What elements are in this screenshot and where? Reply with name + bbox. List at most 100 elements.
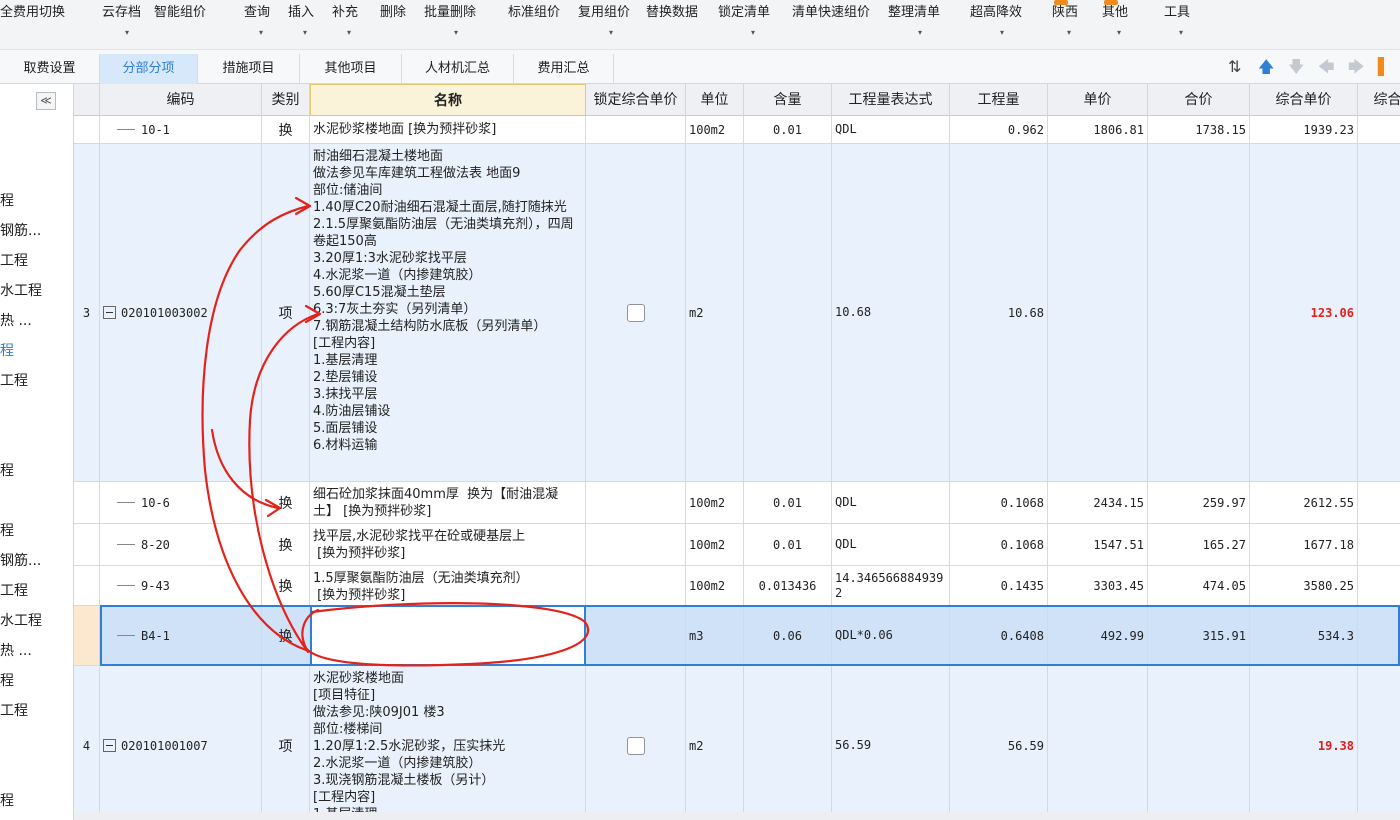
- toolbar-item-9[interactable]: 复用组价 ▾: [578, 4, 644, 46]
- column-header-0[interactable]: [74, 84, 100, 116]
- horizontal-scrollbar[interactable]: [74, 812, 1400, 820]
- project-tree-item[interactable]: 工程: [0, 250, 70, 270]
- column-header-8[interactable]: 工程量: [950, 84, 1048, 116]
- move-left-icon[interactable]: 🡄: [1318, 56, 1335, 78]
- panel-icon[interactable]: ▌: [1378, 56, 1390, 78]
- tab-4[interactable]: 人材机汇总: [402, 54, 514, 84]
- quantity-cell[interactable]: 0.962: [950, 116, 1048, 143]
- lock-price-cell[interactable]: [586, 144, 686, 481]
- column-header-9[interactable]: 单价: [1048, 84, 1148, 116]
- price-cell[interactable]: [1048, 144, 1148, 481]
- move-down-icon[interactable]: 🡇: [1288, 56, 1304, 78]
- kind-cell[interactable]: 换: [262, 116, 310, 143]
- unit-cell[interactable]: 100m2: [686, 566, 744, 605]
- tab-0[interactable]: 取费设置: [0, 54, 100, 84]
- name-cell[interactable]: 水泥砂浆楼地面 [换为预拌砂浆]: [310, 116, 586, 143]
- lock-price-cell[interactable]: [586, 666, 686, 820]
- unit-cell[interactable]: m2: [686, 144, 744, 481]
- unit-cell[interactable]: 100m2: [686, 116, 744, 143]
- table-row[interactable]: 10-1 换水泥砂浆楼地面 [换为预拌砂浆] 100m2 0.01 QDL 0.962 18…: [74, 116, 1400, 144]
- table-row[interactable]: 9-43 换 1.5厚聚氨酯防油层（无油类填充剂） [换为预拌砂浆] 100m2 0.0…: [74, 566, 1400, 606]
- code-cell[interactable]: 9-43: [100, 566, 262, 605]
- collapse-toggle-icon[interactable]: [103, 306, 116, 319]
- project-tree-item[interactable]: 热 ...: [0, 640, 70, 660]
- kind-cell[interactable]: 换: [262, 482, 310, 523]
- project-tree-item[interactable]: 热 ...: [0, 310, 70, 330]
- column-header-5[interactable]: 单位: [686, 84, 744, 116]
- column-header-4[interactable]: 锁定综合单价: [586, 84, 686, 116]
- code-cell[interactable]: B4-1: [100, 606, 262, 665]
- unit-price-cell[interactable]: 19.38: [1250, 666, 1358, 820]
- collapse-toggle-icon[interactable]: [103, 739, 116, 752]
- toolbar-item-8[interactable]: 标准组价: [508, 4, 574, 46]
- total-cell[interactable]: 1738.15: [1148, 116, 1250, 143]
- content-cell[interactable]: 0.01: [744, 116, 832, 143]
- column-header-1[interactable]: 编码: [100, 84, 262, 116]
- toolbar-item-7[interactable]: 批量删除 ▾: [424, 4, 488, 46]
- project-tree-item[interactable]: 工程: [0, 700, 70, 720]
- unit-price-cell[interactable]: 1939.23: [1250, 116, 1358, 143]
- code-cell[interactable]: 020101003002: [100, 144, 262, 481]
- unit-price-cell[interactable]: 123.06: [1250, 144, 1358, 481]
- content-cell[interactable]: 0.01: [744, 524, 832, 565]
- project-tree-item[interactable]: 水工程: [0, 610, 70, 630]
- total-cell[interactable]: [1148, 144, 1250, 481]
- toolbar-item-6[interactable]: 删除: [380, 4, 414, 46]
- project-tree-item[interactable]: 水工程: [0, 280, 70, 300]
- quantity-cell[interactable]: 56.59: [950, 666, 1048, 820]
- toolbar-item-4[interactable]: 插入 ▾: [288, 4, 322, 46]
- column-header-2[interactable]: 类别: [262, 84, 310, 116]
- project-tree-item[interactable]: 程: [0, 790, 70, 810]
- name-cell[interactable]: 细石砼加浆抹面40mm厚 换为【耐油混凝土】 [换为预拌砂浆]: [310, 482, 586, 523]
- kind-cell[interactable]: 项: [262, 666, 310, 820]
- sort-icon[interactable]: ⇅: [1228, 56, 1241, 78]
- toolbar-item-0[interactable]: 全费用切换: [0, 4, 78, 46]
- toolbar-item-17[interactable]: 工具 ▾: [1164, 4, 1198, 46]
- unit-cell[interactable]: m3: [686, 606, 744, 665]
- price-cell[interactable]: 2434.15: [1048, 482, 1148, 523]
- project-tree-item[interactable]: 程: [0, 190, 70, 210]
- move-right-icon[interactable]: 🡆: [1348, 56, 1365, 78]
- price-cell[interactable]: 1547.51: [1048, 524, 1148, 565]
- lock-price-cell[interactable]: [586, 606, 686, 665]
- total-cell[interactable]: [1148, 666, 1250, 820]
- tab-2[interactable]: 措施项目: [198, 54, 300, 84]
- project-tree-item[interactable]: 程: [0, 520, 70, 540]
- quantity-expression-cell[interactable]: QDL*0.06: [832, 606, 950, 665]
- column-header-11[interactable]: 综合单价: [1250, 84, 1358, 116]
- toolbar-item-5[interactable]: 补充 ▾: [332, 4, 366, 46]
- unit-price-cell[interactable]: 1677.18: [1250, 524, 1358, 565]
- column-header-6[interactable]: 含量: [744, 84, 832, 116]
- toolbar-item-1[interactable]: 云存档 ▾: [102, 4, 152, 46]
- quantity-expression-cell[interactable]: QDL: [832, 116, 950, 143]
- content-cell[interactable]: [744, 144, 832, 481]
- project-tree-item[interactable]: 程: [0, 460, 70, 480]
- toolbar-item-3[interactable]: 查询 ▾: [244, 4, 278, 46]
- table-row[interactable]: B4-1 换 C15混凝土，非现场搅拌 换为【商品混凝土 C15 42.5R】 换为…: [74, 606, 1400, 666]
- name-cell[interactable]: 耐油细石混凝土楼地面 做法参见车库建筑工程做法表 地面9 部位:储油间 1.40…: [310, 144, 586, 481]
- total-cell[interactable]: 315.91: [1148, 606, 1250, 665]
- code-cell[interactable]: 10-6: [100, 482, 262, 523]
- quantity-cell[interactable]: 0.1068: [950, 482, 1048, 523]
- unit-cell[interactable]: m2: [686, 666, 744, 820]
- project-tree-item[interactable]: 程: [0, 340, 70, 360]
- lock-price-cell[interactable]: [586, 524, 686, 565]
- column-header-3[interactable]: 名称: [310, 84, 586, 116]
- price-cell[interactable]: [1048, 666, 1148, 820]
- lock-price-checkbox[interactable]: [626, 736, 645, 755]
- quantity-cell[interactable]: 0.1068: [950, 524, 1048, 565]
- name-cell[interactable]: 找平层,水泥砂浆找平在砼或硬基层上 [换为预拌砂浆]: [310, 524, 586, 565]
- content-cell[interactable]: 0.06: [744, 606, 832, 665]
- project-tree-item[interactable]: 工程: [0, 580, 70, 600]
- kind-cell[interactable]: 换: [262, 524, 310, 565]
- toolbar-item-10[interactable]: 替换数据: [646, 4, 714, 46]
- column-header-7[interactable]: 工程量表达式: [832, 84, 950, 116]
- toolbar-item-15[interactable]: 陕西 ▾: [1052, 0, 1086, 46]
- code-cell[interactable]: 8-20: [100, 524, 262, 565]
- column-header-12[interactable]: 综合: [1358, 84, 1400, 116]
- quantity-expression-cell[interactable]: 56.59: [832, 666, 950, 820]
- toolbar-item-16[interactable]: 其他 ▾: [1102, 0, 1136, 46]
- quantity-expression-cell[interactable]: QDL: [832, 524, 950, 565]
- total-cell[interactable]: 165.27: [1148, 524, 1250, 565]
- toolbar-item-13[interactable]: 整理清单 ▾: [888, 4, 952, 46]
